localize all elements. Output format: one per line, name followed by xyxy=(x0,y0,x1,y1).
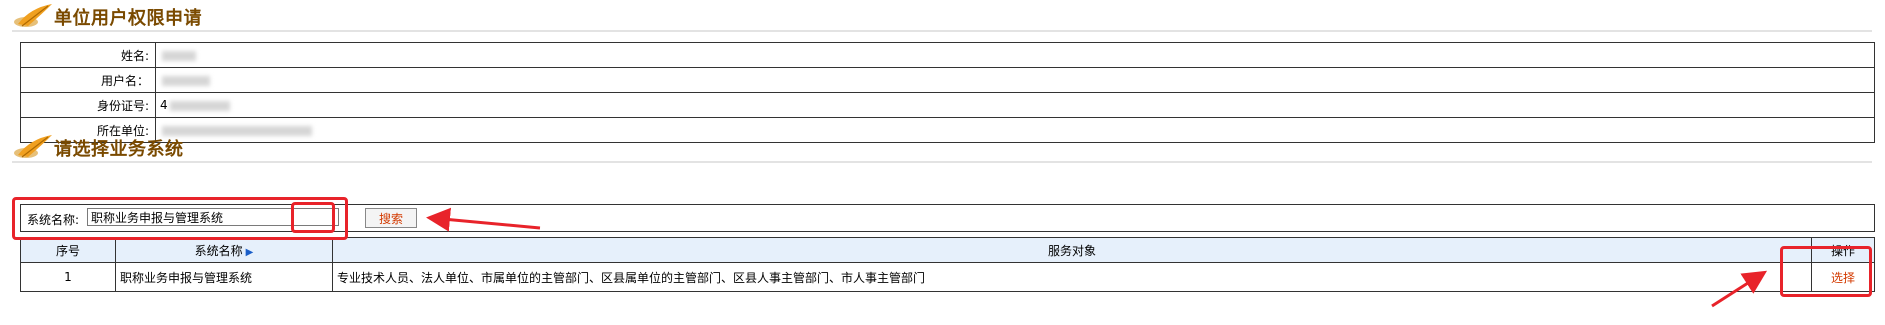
arrow-to-select xyxy=(1711,270,1768,308)
annotation-arrows xyxy=(426,207,1768,308)
arrow-to-search xyxy=(426,207,541,232)
